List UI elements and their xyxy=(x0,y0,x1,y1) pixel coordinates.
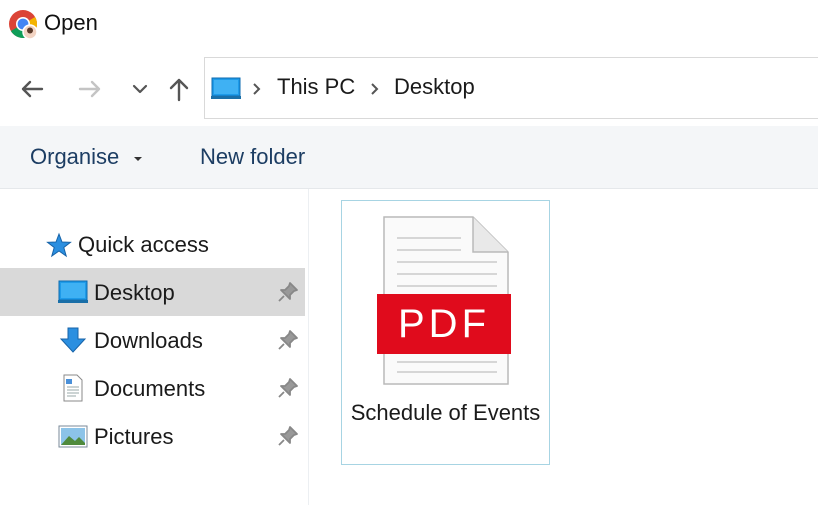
pdf-file-icon: PDF xyxy=(377,216,511,385)
sidebar-item-desktop[interactable]: Desktop xyxy=(0,268,305,316)
address-bar[interactable]: This PC Desktop xyxy=(204,57,818,119)
forward-arrow-icon[interactable] xyxy=(76,75,104,103)
navigation-bar: This PC Desktop xyxy=(0,55,818,123)
breadcrumb-desktop[interactable]: Desktop xyxy=(394,74,475,100)
sidebar-item-label: Pictures xyxy=(94,424,174,449)
pin-icon[interactable] xyxy=(276,328,300,352)
breadcrumb-separator-icon[interactable] xyxy=(367,77,383,101)
breadcrumb-this-pc[interactable]: This PC xyxy=(277,74,355,100)
breadcrumb-separator-icon[interactable] xyxy=(249,77,265,101)
pictures-icon xyxy=(58,425,88,448)
back-arrow-icon[interactable] xyxy=(18,75,46,103)
star-icon xyxy=(46,232,72,258)
sidebar-item-pictures[interactable]: Pictures xyxy=(0,412,305,460)
up-arrow-icon[interactable] xyxy=(165,75,193,103)
pdf-badge-text: PDF xyxy=(398,302,490,346)
file-item[interactable]: PDF Schedule of Events xyxy=(341,200,550,465)
sidebar-item-downloads[interactable]: Downloads xyxy=(0,316,305,364)
sidebar-item-quick-access[interactable]: Quick access xyxy=(46,229,296,263)
command-toolbar: Organise New folder xyxy=(0,126,818,189)
window-title: Open xyxy=(44,10,98,35)
title-bar: Open xyxy=(0,0,818,50)
download-icon xyxy=(59,327,87,353)
file-list-pane: PDF Schedule of Events xyxy=(309,189,818,505)
file-name: Schedule of Events xyxy=(350,400,541,425)
documents-icon xyxy=(63,374,83,402)
navigation-pane: Quick access Desktop Downloads Documents xyxy=(0,189,309,505)
quick-access-label: Quick access xyxy=(78,232,209,257)
new-folder-button[interactable]: New folder xyxy=(200,144,305,170)
pin-icon[interactable] xyxy=(276,280,300,304)
sidebar-item-documents[interactable]: Documents xyxy=(0,364,305,412)
chrome-icon xyxy=(9,10,38,39)
organise-button[interactable]: Organise xyxy=(30,144,119,170)
sidebar-item-label: Documents xyxy=(94,376,206,401)
sidebar-item-label: Downloads xyxy=(94,328,203,353)
recent-locations-chevron-icon[interactable] xyxy=(126,75,154,103)
desktop-icon xyxy=(58,280,88,303)
sidebar-item-label: Desktop xyxy=(94,280,175,305)
pin-icon[interactable] xyxy=(276,424,300,448)
caret-down-icon[interactable] xyxy=(133,156,143,163)
this-pc-icon xyxy=(211,77,241,99)
pin-icon[interactable] xyxy=(276,376,300,400)
